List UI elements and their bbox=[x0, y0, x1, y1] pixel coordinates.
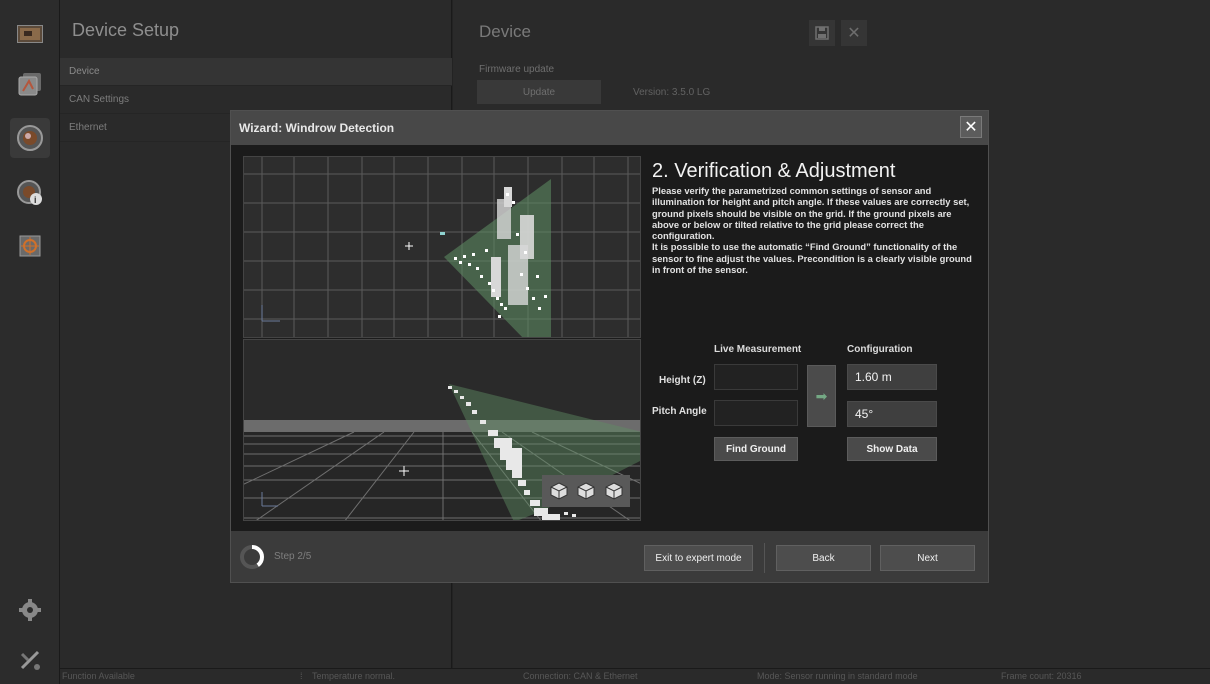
view-tools-toolbar bbox=[542, 475, 630, 507]
settings-gear-icon[interactable] bbox=[10, 590, 50, 630]
show-data-button[interactable]: Show Data bbox=[847, 437, 937, 461]
find-ground-button[interactable]: Find Ground bbox=[714, 437, 798, 461]
perspective-view-3d[interactable] bbox=[243, 339, 641, 521]
firmware-version: Version: 3.5.0 LG bbox=[633, 87, 711, 98]
view-side-button[interactable] bbox=[575, 480, 597, 502]
tools-icon[interactable] bbox=[10, 640, 50, 680]
nav-item-device[interactable]: Device bbox=[60, 58, 452, 86]
app-window: i Device Setup Device CAN Settings Ether… bbox=[0, 0, 1210, 684]
save-button[interactable] bbox=[809, 20, 835, 46]
point-cloud-top-view bbox=[244, 157, 640, 337]
view-top-button[interactable] bbox=[603, 480, 625, 502]
thermometer-icon: ⁞ bbox=[300, 671, 303, 681]
setup-title: Device Setup bbox=[72, 20, 180, 40]
wizard-footer: Step 2/5 Exit to expert mode Back Next bbox=[231, 531, 988, 582]
apply-live-values-button[interactable]: ➡ bbox=[807, 365, 836, 427]
pitch-angle-label: Pitch Angle bbox=[652, 406, 707, 417]
sensor-view-icon[interactable] bbox=[10, 118, 50, 158]
footer-divider bbox=[764, 543, 765, 573]
step-progress-ring bbox=[240, 545, 264, 569]
icon-rail: i bbox=[0, 0, 60, 684]
svg-text:i: i bbox=[34, 195, 37, 205]
close-icon: ✕ bbox=[847, 25, 861, 42]
cube-icon bbox=[550, 482, 567, 500]
status-connection: Connection: CAN & Ethernet bbox=[523, 671, 638, 681]
update-button[interactable]: Update bbox=[477, 80, 601, 104]
live-measurement-header: Live Measurement bbox=[714, 344, 802, 355]
back-button[interactable]: Back bbox=[776, 545, 871, 571]
pitch-config-input[interactable]: 45° bbox=[847, 401, 937, 427]
wizard-title: Wizard: Windrow Detection bbox=[239, 121, 395, 135]
wizard-header: Wizard: Windrow Detection ✕ bbox=[231, 111, 988, 145]
close-icon: ✕ bbox=[964, 119, 978, 136]
target-grid-icon[interactable] bbox=[10, 226, 50, 266]
height-config-input[interactable]: 1.60 m bbox=[847, 364, 937, 390]
height-live-field bbox=[714, 364, 798, 390]
wizard-close-button[interactable]: ✕ bbox=[960, 116, 982, 138]
wizard-body: 2. Verification & Adjustment Please veri… bbox=[231, 145, 988, 531]
configuration-header: Configuration bbox=[847, 344, 913, 355]
step-description: Please verify the parametrized common se… bbox=[652, 185, 974, 275]
view-front-button[interactable] bbox=[548, 480, 570, 502]
wizard-dialog: Wizard: Windrow Detection ✕ 2. Verificat… bbox=[230, 110, 989, 583]
next-button[interactable]: Next bbox=[880, 545, 975, 571]
sensor-image-icon[interactable] bbox=[10, 14, 50, 54]
step-description-paragraph-2: It is possible to use the automatic “Fin… bbox=[652, 241, 972, 276]
configuration-icon[interactable] bbox=[10, 64, 50, 104]
pitch-live-field bbox=[714, 400, 798, 426]
status-mode: Mode: Sensor running in standard mode bbox=[757, 671, 918, 681]
arrow-right-icon: ➡ bbox=[815, 387, 828, 404]
step-heading: 2. Verification & Adjustment bbox=[652, 160, 896, 182]
status-function: Function Available bbox=[62, 671, 135, 681]
height-label: Height (Z) bbox=[659, 375, 706, 386]
step-description-paragraph-1: Please verify the parametrized common se… bbox=[652, 185, 970, 242]
status-temperature: Temperature normal. bbox=[312, 671, 396, 681]
top-view-3d[interactable] bbox=[243, 156, 641, 338]
device-title: Device bbox=[479, 22, 531, 41]
save-icon bbox=[815, 26, 829, 40]
firmware-label: Firmware update bbox=[479, 64, 555, 75]
exit-expert-mode-button[interactable]: Exit to expert mode bbox=[644, 545, 753, 571]
status-bar: Function Available ⁞ Temperature normal.… bbox=[60, 668, 1210, 684]
close-panel-button[interactable]: ✕ bbox=[841, 20, 867, 46]
step-label: Step 2/5 bbox=[274, 551, 312, 562]
status-frame-count: Frame count: 20316 bbox=[1001, 671, 1082, 681]
cube-icon bbox=[577, 482, 595, 500]
sensor-info-icon[interactable]: i bbox=[10, 173, 50, 213]
cube-icon bbox=[605, 482, 622, 500]
